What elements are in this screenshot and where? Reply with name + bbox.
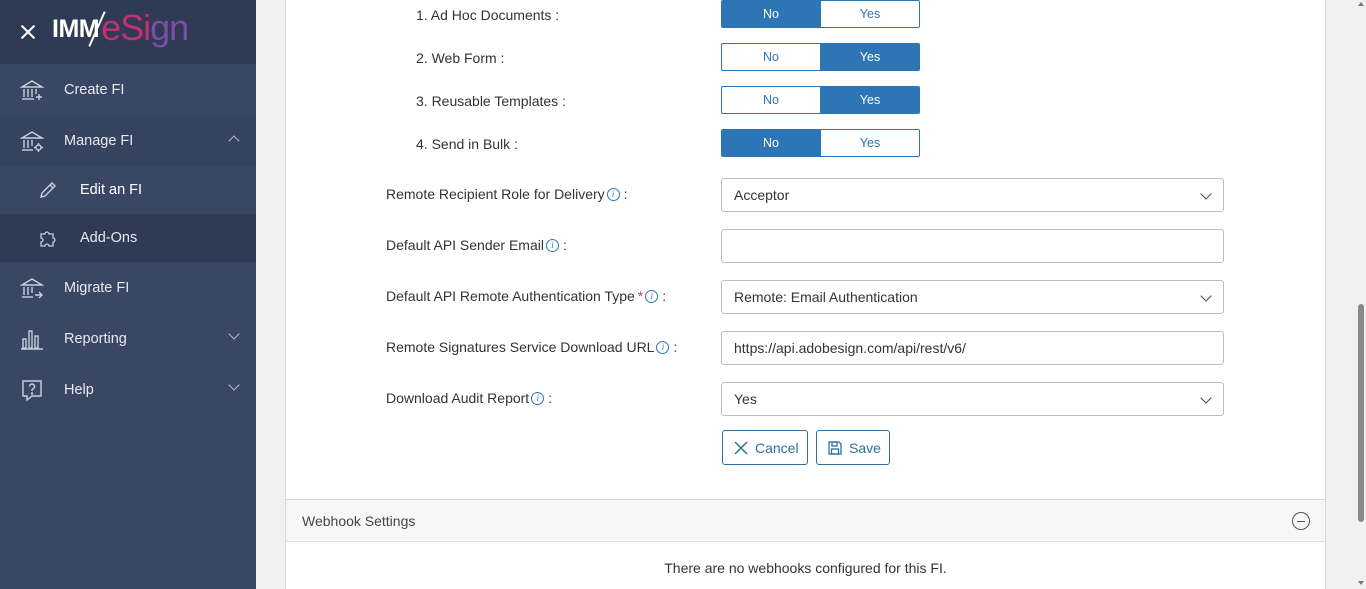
webhook-settings-header[interactable]: Webhook Settings bbox=[286, 499, 1325, 542]
ad-hoc-yes-option[interactable]: Yes bbox=[820, 1, 919, 27]
bank-arrow-icon bbox=[20, 276, 44, 300]
scroll-down-arrow-icon[interactable] bbox=[1358, 581, 1364, 585]
chevron-down-icon bbox=[228, 328, 240, 340]
send-in-bulk-yes-option[interactable]: Yes bbox=[820, 130, 919, 156]
audit-report-select[interactable]: Yes bbox=[721, 382, 1224, 416]
web-form-label: 2. Web Form : bbox=[416, 50, 505, 66]
chevron-down-icon bbox=[1200, 188, 1212, 200]
remote-recipient-role-label: Remote Recipient Role for Delivery i : bbox=[386, 186, 628, 202]
close-icon bbox=[733, 440, 749, 456]
sidebar-item-edit-an-fi[interactable]: Edit an FI bbox=[0, 166, 256, 214]
bar-chart-icon bbox=[20, 327, 44, 351]
send-in-bulk-no-option[interactable]: No bbox=[722, 130, 820, 156]
sidebar-item-manage-fi[interactable]: Manage FI bbox=[0, 115, 256, 166]
send-in-bulk-toggle: No Yes bbox=[721, 129, 920, 157]
send-in-bulk-label: 4. Send in Bulk : bbox=[416, 136, 518, 152]
chevron-down-icon bbox=[1200, 290, 1212, 302]
sidebar-item-create-fi[interactable]: Create FI bbox=[0, 64, 256, 115]
ad-hoc-documents-toggle: No Yes bbox=[721, 0, 920, 28]
sidebar-item-label: Create FI bbox=[64, 81, 125, 98]
chevron-down-icon bbox=[1200, 392, 1212, 404]
sidebar-item-label: Manage FI bbox=[64, 132, 134, 149]
save-button[interactable]: Save bbox=[816, 430, 890, 465]
info-icon[interactable]: i bbox=[606, 187, 620, 201]
remote-recipient-role-select[interactable]: Acceptor bbox=[721, 178, 1224, 212]
webhook-settings-title: Webhook Settings bbox=[302, 512, 416, 529]
reusable-templates-toggle: No Yes bbox=[721, 86, 920, 114]
bank-add-icon bbox=[20, 78, 44, 102]
sidebar: IMM eSign Create FI Manage FI Edit an FI… bbox=[0, 0, 256, 589]
collapse-icon[interactable] bbox=[1292, 512, 1310, 530]
sidebar-item-label: Reporting bbox=[64, 330, 127, 347]
scrollbar[interactable] bbox=[1356, 0, 1366, 589]
app-logo: IMM eSign bbox=[52, 7, 189, 54]
close-menu-icon[interactable] bbox=[18, 22, 38, 42]
chevron-up-icon bbox=[228, 135, 240, 147]
bank-gear-icon bbox=[20, 129, 44, 153]
save-icon bbox=[827, 440, 843, 456]
auth-type-select[interactable]: Remote: Email Authentication bbox=[721, 280, 1224, 314]
web-form-toggle: No Yes bbox=[721, 43, 920, 71]
ad-hoc-no-option[interactable]: No bbox=[722, 1, 820, 27]
api-sender-email-label: Default API Sender Email i : bbox=[386, 237, 567, 253]
web-form-no-option[interactable]: No bbox=[722, 44, 820, 70]
sidebar-item-label: Help bbox=[64, 381, 94, 398]
sidebar-item-label: Edit an FI bbox=[80, 182, 143, 198]
sidebar-item-migrate-fi[interactable]: Migrate FI bbox=[0, 262, 256, 313]
pencil-icon bbox=[38, 180, 58, 200]
settings-card: 1. Ad Hoc Documents : No Yes 2. Web Form… bbox=[285, 0, 1326, 589]
logo-esign-text: eSign bbox=[101, 7, 189, 48]
info-icon[interactable]: i bbox=[656, 340, 670, 354]
sidebar-item-help[interactable]: Help bbox=[0, 364, 256, 415]
help-chat-icon bbox=[20, 378, 44, 402]
main-content: 1. Ad Hoc Documents : No Yes 2. Web Form… bbox=[256, 0, 1356, 589]
api-sender-email-field[interactable] bbox=[721, 229, 1224, 263]
sidebar-item-add-ons[interactable]: Add-Ons bbox=[0, 214, 256, 262]
info-icon[interactable]: i bbox=[545, 238, 559, 252]
reusable-templates-yes-option[interactable]: Yes bbox=[820, 87, 919, 113]
chevron-down-icon bbox=[228, 379, 240, 391]
reusable-templates-no-option[interactable]: No bbox=[722, 87, 820, 113]
ad-hoc-documents-label: 1. Ad Hoc Documents : bbox=[416, 7, 560, 23]
download-url-field[interactable]: https://api.adobesign.com/api/rest/v6/ bbox=[721, 331, 1224, 365]
sidebar-item-label: Migrate FI bbox=[64, 279, 130, 296]
scroll-up-arrow-icon[interactable] bbox=[1358, 2, 1364, 6]
required-marker: * bbox=[637, 288, 644, 304]
brand-bar: IMM eSign bbox=[0, 0, 256, 64]
cancel-button[interactable]: Cancel bbox=[722, 430, 808, 465]
audit-report-label: Download Audit Report i : bbox=[386, 390, 553, 406]
webhook-empty-message: There are no webhooks configured for thi… bbox=[664, 560, 947, 576]
scrollbar-thumb[interactable] bbox=[1358, 304, 1364, 522]
puzzle-icon bbox=[38, 228, 58, 248]
auth-type-label: Default API Remote Authentication Type *… bbox=[386, 288, 667, 304]
info-icon[interactable]: i bbox=[531, 391, 545, 405]
download-url-label: Remote Signatures Service Download URL i… bbox=[386, 339, 678, 355]
reusable-templates-label: 3. Reusable Templates : bbox=[416, 93, 566, 109]
sidebar-item-reporting[interactable]: Reporting bbox=[0, 313, 256, 364]
web-form-yes-option[interactable]: Yes bbox=[820, 44, 919, 70]
info-icon[interactable]: i bbox=[645, 289, 659, 303]
sidebar-item-label: Add-Ons bbox=[80, 230, 138, 246]
